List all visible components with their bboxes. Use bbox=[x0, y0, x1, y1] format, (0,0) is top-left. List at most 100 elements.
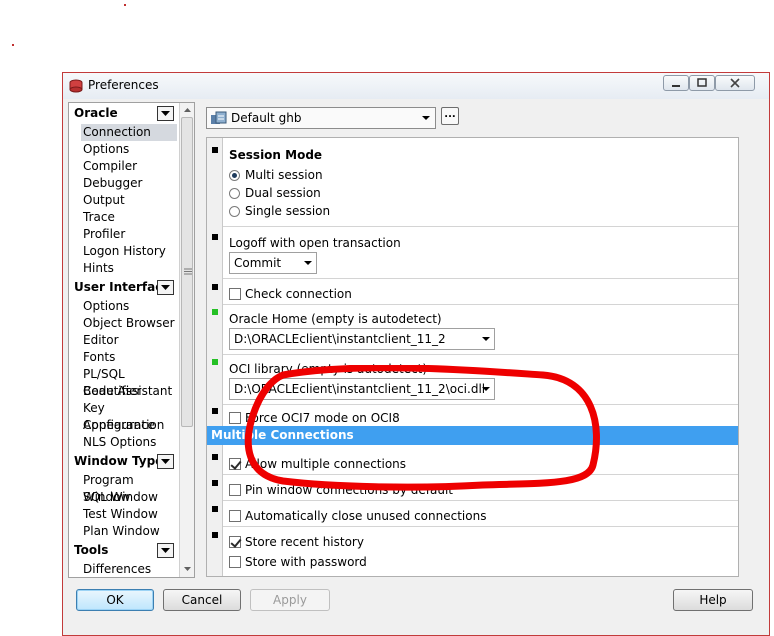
radio-single-session-label: Single session bbox=[245, 204, 331, 218]
nav-scroll-thumb[interactable] bbox=[181, 117, 193, 427]
chevron-down-icon bbox=[161, 548, 170, 553]
logoff-select[interactable]: Commit bbox=[229, 252, 317, 274]
collapse-button[interactable] bbox=[157, 543, 174, 558]
nav-item-plan-window[interactable]: Plan Window bbox=[81, 523, 177, 540]
store-password-label: Store with password bbox=[245, 555, 367, 569]
default-marker bbox=[212, 408, 218, 414]
nav-item-trace[interactable]: Trace bbox=[81, 209, 177, 226]
maximize-button[interactable] bbox=[689, 75, 715, 91]
close-icon bbox=[730, 78, 740, 88]
nav-item-options[interactable]: Options bbox=[81, 141, 177, 158]
store-history-checkbox[interactable] bbox=[229, 536, 241, 548]
divider bbox=[223, 304, 738, 305]
annotation-circle bbox=[244, 365, 600, 491]
nav-group-oracle[interactable]: Oracle bbox=[70, 105, 179, 123]
collapse-button[interactable] bbox=[157, 454, 174, 469]
category-tree: Oracle Connection Options Compiler Debug… bbox=[68, 102, 195, 578]
nav-item-differences[interactable]: Differences bbox=[81, 561, 177, 577]
changed-marker bbox=[212, 309, 218, 315]
pin-window-checkbox[interactable] bbox=[229, 484, 241, 496]
minimize-icon bbox=[672, 85, 680, 87]
nav-item-output[interactable]: Output bbox=[81, 192, 177, 209]
nav-item-debugger[interactable]: Debugger bbox=[81, 175, 177, 192]
oracle-home-value: D:\ORACLEclient\instantclient_11_2 bbox=[234, 332, 446, 346]
profile-value: Default ghb bbox=[231, 111, 302, 125]
nav-item-key-configuration[interactable]: Key Configuration bbox=[81, 400, 177, 432]
default-marker bbox=[212, 234, 218, 240]
nav-item-connection[interactable]: Connection bbox=[81, 124, 177, 141]
changed-marker bbox=[212, 359, 218, 365]
scroll-up-icon bbox=[184, 108, 191, 112]
chevron-down-icon bbox=[161, 111, 170, 116]
auto-close-label: Automatically close unused connections bbox=[245, 509, 487, 523]
profile-options-button[interactable]: ... bbox=[441, 107, 459, 125]
collapse-button[interactable] bbox=[157, 106, 174, 121]
radio-dual-session[interactable] bbox=[229, 188, 240, 199]
preferences-window: Preferences Oracle Connection Options Co… bbox=[62, 72, 770, 636]
background-dot bbox=[124, 4, 126, 6]
nav-item-program-window[interactable]: Program Window bbox=[81, 472, 177, 504]
collapse-button[interactable] bbox=[157, 280, 174, 295]
nav-item-appearance[interactable]: Appearance bbox=[81, 417, 177, 434]
nav-item-code-assistant[interactable]: Code Assistant bbox=[81, 383, 177, 400]
ok-button[interactable]: OK bbox=[76, 589, 154, 611]
title-bar[interactable]: Preferences bbox=[63, 73, 769, 99]
chevron-down-icon bbox=[482, 337, 490, 341]
nav-item-hints[interactable]: Hints bbox=[81, 260, 177, 277]
logoff-value: Commit bbox=[234, 256, 282, 270]
radio-multi-session[interactable] bbox=[229, 170, 240, 181]
nav-item-test-window[interactable]: Test Window bbox=[81, 506, 177, 523]
oracle-home-label: Oracle Home (empty is autodetect) bbox=[229, 312, 442, 326]
nav-group-tools[interactable]: Tools bbox=[70, 542, 179, 560]
default-marker bbox=[212, 480, 218, 486]
default-marker bbox=[212, 454, 218, 460]
nav-item-fonts[interactable]: Fonts bbox=[81, 349, 177, 366]
default-marker bbox=[212, 147, 218, 153]
grip-icon bbox=[184, 268, 192, 275]
chevron-down-icon bbox=[161, 285, 170, 290]
nav-item-object-browser[interactable]: Object Browser bbox=[81, 315, 177, 332]
nav-item-plsql-beautifier[interactable]: PL/SQL Beautifier bbox=[81, 366, 177, 398]
nav-item-logon-history[interactable]: Logon History bbox=[81, 243, 177, 260]
apply-button[interactable]: Apply bbox=[250, 589, 330, 611]
nav-item-profiler[interactable]: Profiler bbox=[81, 226, 177, 243]
session-mode-label: Session Mode bbox=[229, 148, 323, 162]
nav-item-editor[interactable]: Editor bbox=[81, 332, 177, 349]
minimize-button[interactable] bbox=[663, 75, 689, 91]
oracle-home-select[interactable]: D:\ORACLEclient\instantclient_11_2 bbox=[229, 328, 495, 350]
divider bbox=[223, 278, 738, 279]
allow-multiple-checkbox[interactable] bbox=[229, 458, 241, 470]
check-connection-checkbox[interactable] bbox=[229, 288, 241, 300]
scroll-down-icon bbox=[184, 567, 191, 571]
close-button[interactable] bbox=[715, 75, 755, 91]
help-button[interactable]: Help bbox=[673, 589, 753, 611]
store-history-label: Store recent history bbox=[245, 535, 364, 549]
chevron-down-icon bbox=[304, 261, 312, 265]
divider bbox=[223, 226, 738, 227]
divider bbox=[223, 500, 738, 501]
nav-scrollbar[interactable] bbox=[179, 103, 194, 577]
profile-select[interactable]: Default ghb bbox=[206, 107, 436, 129]
store-password-checkbox[interactable] bbox=[229, 556, 241, 568]
nav-item-compiler[interactable]: Compiler bbox=[81, 158, 177, 175]
nav-group-user-interface[interactable]: User Interface bbox=[70, 279, 179, 297]
divider bbox=[223, 354, 738, 355]
divider bbox=[223, 526, 738, 527]
nav-group-label: Oracle bbox=[74, 106, 118, 120]
cancel-button[interactable]: Cancel bbox=[163, 589, 241, 611]
nav-item-ui-options[interactable]: Options bbox=[81, 298, 177, 315]
auto-close-checkbox[interactable] bbox=[229, 510, 241, 522]
nav-group-window-types[interactable]: Window Types bbox=[70, 453, 179, 471]
force-oci7-checkbox[interactable] bbox=[229, 412, 241, 424]
nav-group-label: Tools bbox=[74, 543, 109, 557]
nav-item-nls-options[interactable]: NLS Options bbox=[81, 434, 177, 451]
settings-panel: Session Mode Multi session Dual session … bbox=[206, 137, 739, 577]
background-dot bbox=[12, 44, 14, 46]
nav-item-sql-window[interactable]: SQL Window bbox=[81, 489, 177, 506]
chevron-down-icon bbox=[161, 459, 170, 464]
radio-single-session[interactable] bbox=[229, 206, 240, 217]
radio-multi-session-label: Multi session bbox=[245, 168, 323, 182]
window-title: Preferences bbox=[88, 78, 159, 92]
nav-group-label: Window Types bbox=[74, 454, 171, 468]
profile-icon bbox=[211, 111, 227, 124]
